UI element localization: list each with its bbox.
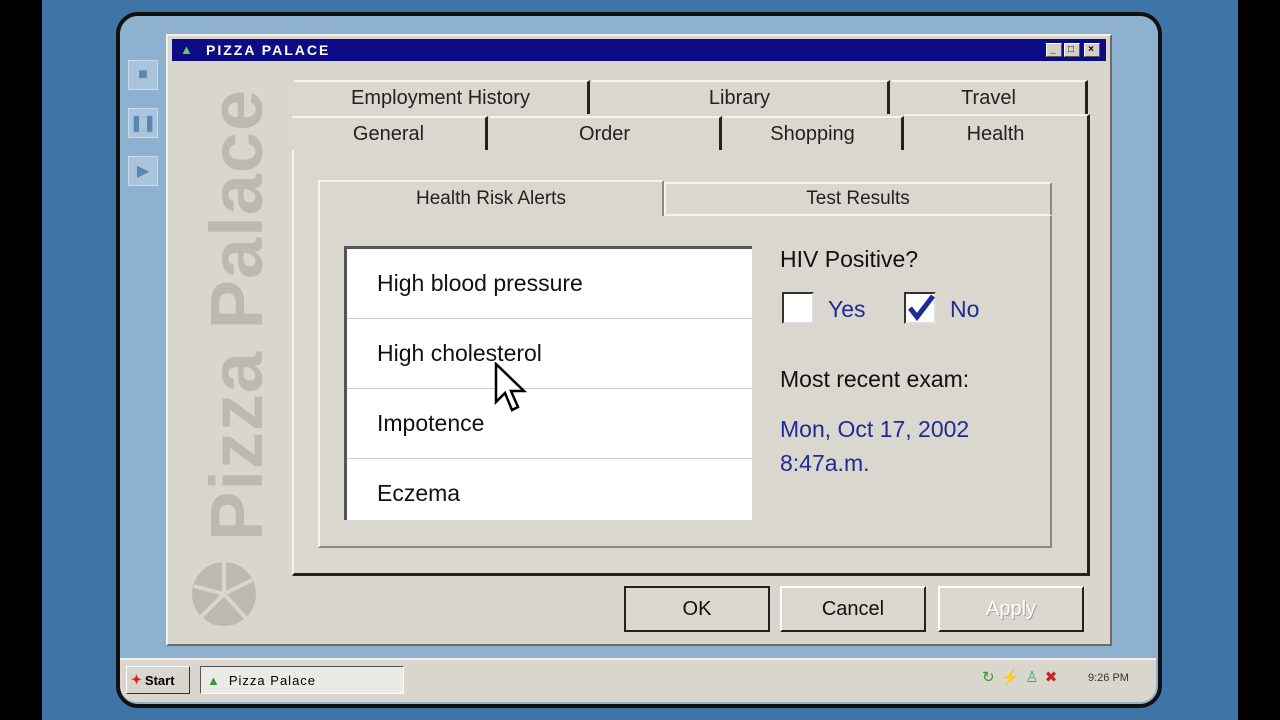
tab-test-results[interactable]: Test Results: [664, 182, 1052, 216]
tab-travel[interactable]: Travel: [892, 80, 1088, 114]
pizza-logo-icon: [192, 562, 256, 626]
stop-button[interactable]: ■: [128, 60, 158, 90]
taskbar: ✦ Start ▲ Pizza Palace ↻ ⚡ ♙ ✖ 9:26 PM: [120, 658, 1156, 702]
windows-logo-icon: ✦: [131, 672, 142, 687]
hiv-label: HIV Positive?: [780, 246, 919, 272]
maximize-button[interactable]: □: [1064, 43, 1080, 57]
minimize-button[interactable]: _: [1046, 43, 1062, 57]
brand-logo-text: Pizza Palace: [195, 88, 278, 541]
tray-disconnect-icon[interactable]: ✖: [1045, 668, 1058, 686]
app-icon: ▲: [207, 672, 221, 688]
tab-general[interactable]: General: [292, 116, 488, 150]
hiv-yes-label: Yes: [828, 296, 866, 322]
title-bar: ▲ PIZZA PALACE _ □ ×: [172, 39, 1106, 61]
pause-button[interactable]: ❚❚: [128, 108, 158, 138]
clock: 9:26 PM: [1088, 672, 1129, 684]
hiv-yes-checkbox[interactable]: [782, 292, 814, 324]
list-item[interactable]: Impotence: [347, 389, 752, 459]
cancel-button[interactable]: Cancel: [780, 586, 926, 632]
hiv-no-label: No: [950, 296, 980, 322]
ok-button[interactable]: OK: [624, 586, 770, 632]
close-button[interactable]: ×: [1084, 43, 1100, 57]
system-tray: ↻ ⚡ ♙ ✖: [982, 668, 1057, 686]
list-item[interactable]: High blood pressure: [347, 249, 752, 319]
mouse-cursor-icon: [494, 362, 528, 412]
window-title: PIZZA PALACE: [206, 42, 331, 58]
app-icon: ▲: [180, 42, 195, 57]
play-button[interactable]: ▶: [128, 156, 158, 186]
tab-library[interactable]: Library: [592, 80, 890, 114]
list-item[interactable]: Eczema: [347, 459, 752, 520]
exam-label: Most recent exam:: [780, 366, 970, 392]
tab-order[interactable]: Order: [490, 116, 722, 150]
tray-network-icon[interactable]: ⚡: [1001, 668, 1020, 686]
apply-button[interactable]: Apply: [938, 586, 1084, 632]
task-label: Pizza Palace: [228, 672, 317, 688]
tab-shopping[interactable]: Shopping: [724, 116, 904, 150]
exam-date: Mon, Oct 17, 2002: [780, 416, 970, 442]
pizza-palace-window: ▲ PIZZA PALACE _ □ × Pizza Palace Employ…: [166, 34, 1112, 646]
health-alerts-list[interactable]: High blood pressure High cholesterol Imp…: [344, 246, 752, 520]
taskbar-item-pizza-palace[interactable]: ▲ Pizza Palace: [200, 666, 404, 694]
tray-refresh-icon[interactable]: ↻: [982, 668, 995, 686]
hiv-no-checkbox[interactable]: [904, 292, 936, 324]
tab-health-risk-alerts[interactable]: Health Risk Alerts: [318, 180, 664, 216]
exam-time: 8:47a.m.: [780, 450, 870, 476]
tray-user-icon[interactable]: ♙: [1025, 668, 1038, 686]
list-item[interactable]: High cholesterol: [347, 319, 752, 389]
checkmark-icon: [908, 294, 935, 322]
tab-health[interactable]: Health: [904, 114, 1090, 152]
tab-employment-history[interactable]: Employment History: [294, 80, 590, 114]
start-button[interactable]: ✦ Start: [126, 666, 190, 694]
start-label: Start: [144, 672, 175, 688]
